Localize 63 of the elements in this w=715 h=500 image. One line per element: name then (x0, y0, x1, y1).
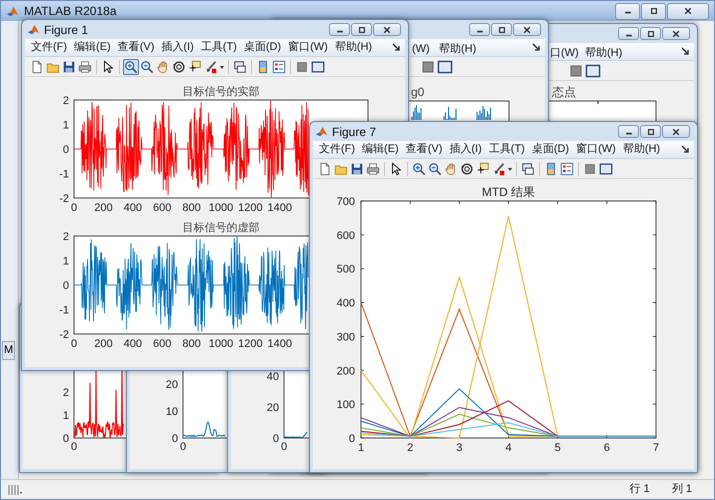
status-text: 行 1 (630, 482, 650, 498)
tick-label: 0 (62, 280, 69, 292)
tick-label: 1400 (268, 338, 292, 350)
tick-label: 3 (456, 442, 462, 454)
tick-label: 1 (62, 410, 69, 422)
tick-label: 6 (604, 442, 610, 454)
tick-label: 2 (62, 95, 69, 107)
window-title: Figure 1 (44, 22, 88, 38)
tick-label: 40 (266, 371, 279, 383)
tick-label: 100 (336, 399, 355, 412)
tick-label: 20 (266, 402, 279, 414)
tick-label: 200 (94, 202, 113, 214)
tick-label: 20 (166, 379, 178, 391)
tick-label: 600 (336, 230, 355, 242)
tick-label: -1 (59, 304, 69, 316)
tick-label: 4 (505, 442, 512, 454)
tick-label: -2 (59, 329, 69, 341)
tick-label: 600 (153, 202, 172, 214)
tick-label: 0 (70, 338, 78, 350)
plot-title: 目标信号的实部 (182, 86, 260, 98)
tick-label: 5 (554, 442, 561, 454)
tick-label: 2 (62, 231, 69, 243)
tick-label: 800 (182, 202, 201, 214)
tick-label: 0 (180, 441, 186, 453)
tick-label: 0 (70, 202, 78, 214)
tick-label: 1000 (208, 338, 234, 350)
tick-label: -2 (59, 193, 69, 205)
tick-label: 7 (652, 442, 660, 454)
chart-title: MTD 结果 (482, 185, 536, 199)
tick-label: 400 (124, 202, 142, 214)
tick-label: 700 (336, 196, 355, 208)
tick-label: 1000 (208, 202, 234, 214)
tick-label: 0 (70, 441, 78, 453)
tick-label: 2 (407, 442, 414, 454)
tick-label: 0 (280, 441, 288, 453)
tick-label: 0 (348, 433, 355, 445)
tick-label: 200 (336, 365, 355, 378)
tick-label: 1400 (268, 202, 292, 214)
plot-title: 目标信号的虚部 (182, 222, 260, 234)
status-text: 列 1 (672, 482, 692, 498)
tick-label: 0 (62, 433, 69, 445)
tick-label: 1 (62, 120, 69, 132)
tick-label: 500 (336, 264, 355, 276)
tick-label: 1 (358, 442, 364, 454)
tick-label: 400 (124, 338, 142, 350)
tick-label: 800 (182, 338, 201, 350)
tick-label: 0 (172, 433, 178, 445)
tick-label: 300 (336, 331, 355, 344)
window-title: MATLAB R2018a (24, 3, 116, 20)
tick-label: 200 (94, 338, 113, 350)
plot-title: g0 (411, 85, 424, 99)
tick-label: 1200 (238, 202, 263, 214)
plot-title: 态点 (552, 85, 576, 99)
tick-label: 400 (336, 298, 355, 310)
tick-label: 600 (153, 338, 172, 350)
tick-label: -1 (59, 168, 69, 180)
tick-label: 2 (62, 387, 69, 399)
tick-label: 1200 (238, 338, 263, 350)
window-title: Figure 7 (332, 124, 376, 140)
tick-label: 0 (272, 433, 279, 445)
tick-label: 0 (62, 144, 69, 156)
tick-label: 1 (62, 256, 69, 268)
tick-label: 10 (166, 406, 178, 418)
